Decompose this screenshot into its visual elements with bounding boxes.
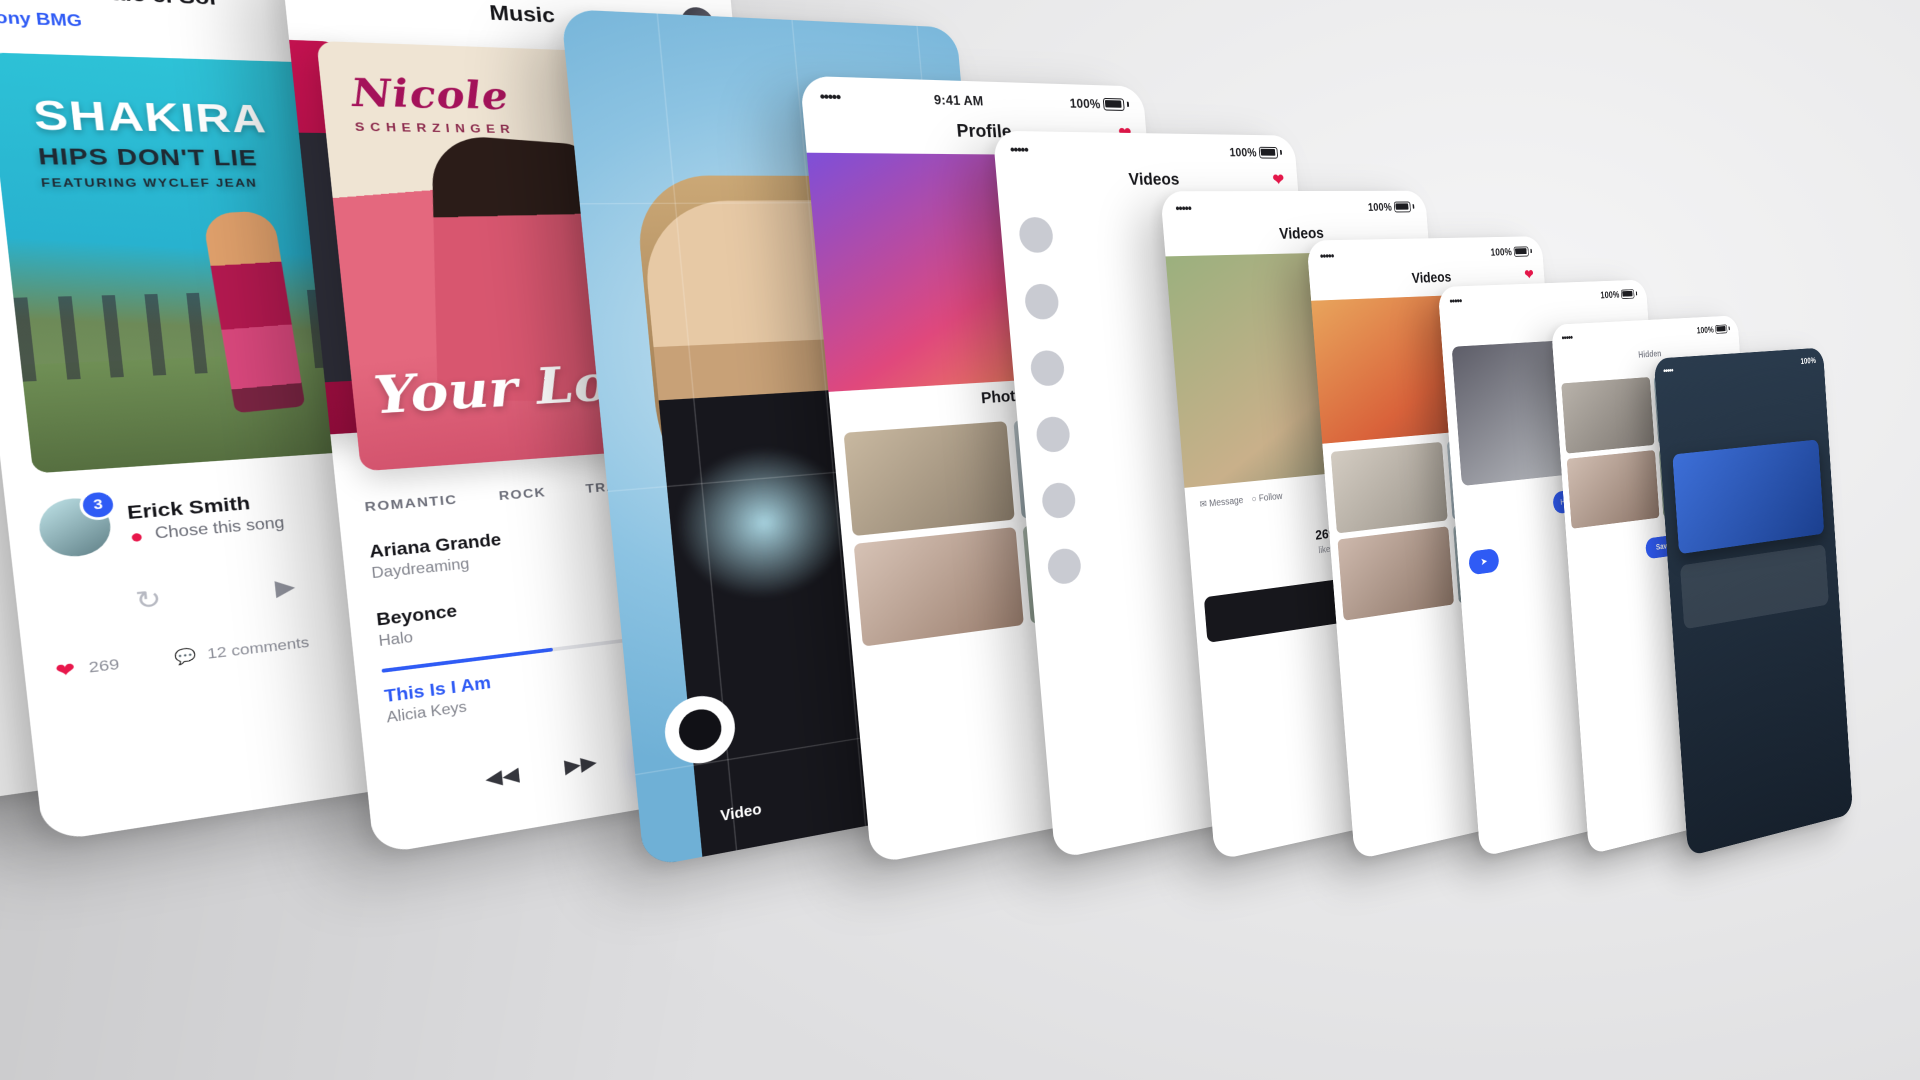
repeat-icon[interactable]: ↻ (134, 584, 163, 618)
status-bar: ••••• 100% (993, 131, 1296, 160)
page-title: Videos (1128, 169, 1180, 189)
avatar (1023, 283, 1060, 321)
album-artist-block: Nicole SCHERZINGER (349, 71, 516, 137)
send-icon[interactable]: ➤ (1468, 547, 1500, 576)
wallet-card[interactable] (1672, 439, 1825, 555)
battery-icon (1393, 201, 1411, 212)
avatar (1046, 546, 1083, 586)
battery-percent: 100% (1490, 245, 1513, 258)
page-title: Music (488, 0, 556, 28)
signal-dots-icon: ••••• (1009, 141, 1029, 158)
battery-icon (1715, 324, 1728, 334)
battery-indicator: 100% (1368, 200, 1415, 213)
photo-tile[interactable] (853, 527, 1024, 647)
battery-indicator: 100% (1228, 144, 1283, 159)
cover-song: HIPS DON'T LIE (36, 143, 259, 171)
message-button[interactable]: ✉ Message (1199, 495, 1243, 510)
signal-dots-icon: ••••• (1449, 294, 1462, 308)
avatar (1029, 349, 1066, 387)
signal-dots-icon: ••••• (819, 87, 841, 106)
chooser-badge: 3 (77, 488, 118, 522)
battery-percent: 100% (1696, 324, 1715, 336)
avatar (1035, 415, 1072, 454)
signal-dots-icon: ••••• (1174, 200, 1192, 216)
album-artist-last: SCHERZINGER (354, 120, 516, 137)
fast-forward-icon[interactable]: ▶▶ (563, 750, 598, 779)
battery-percent: 100% (1367, 200, 1393, 214)
battery-percent: 100% (1800, 355, 1817, 366)
battery-indicator: 100% (1490, 245, 1532, 258)
like-count: 269 (87, 656, 121, 676)
battery-indicator: 100% (1069, 95, 1130, 111)
battery-percent: 100% (1228, 144, 1258, 159)
wallet-card-secondary[interactable] (1679, 544, 1829, 630)
photo-tile[interactable] (1330, 441, 1448, 534)
signal-dots-icon: ••••• (1319, 249, 1335, 263)
battery-icon (1513, 246, 1529, 257)
heart-icon[interactable]: ❤ (1524, 266, 1534, 283)
battery-icon (1258, 146, 1279, 159)
battery-icon (1102, 97, 1125, 111)
phone-screen-wallet[interactable]: ••••• 100% (1653, 347, 1853, 857)
heart-icon[interactable]: ❤ (54, 658, 76, 684)
battery-percent: 100% (1600, 288, 1620, 301)
heart-icon[interactable]: ❤ (1272, 170, 1285, 189)
perspective-stage: ••••• JL ◓ 9:41 AM 100% Streams • LIVE V… (0, 0, 1920, 1080)
photo-tile[interactable] (1337, 526, 1454, 621)
tab-romantic[interactable]: ROMANTIC (364, 492, 458, 515)
cover-feature: FEATURING WYCLEF JEAN (40, 175, 258, 190)
follow-button[interactable]: ○ Follow (1251, 491, 1283, 504)
avatar (1017, 216, 1055, 254)
album-cover-text: SHAKIRA HIPS DON'T LIE FEATURING WYCLEF … (31, 92, 273, 190)
avatar: 3 (36, 488, 118, 560)
avatar (1040, 481, 1077, 520)
battery-icon (1620, 288, 1635, 299)
signal-dots-icon: ••••• (1662, 364, 1674, 377)
photo-tile[interactable] (1561, 377, 1655, 454)
page-title: Videos (1411, 268, 1452, 287)
comment-group[interactable]: 💬 12 comments (174, 634, 310, 667)
signal-dots-icon: ••••• (1561, 331, 1573, 344)
play-icon[interactable]: ▶ (274, 573, 297, 601)
comment-icon[interactable]: 💬 (174, 647, 198, 667)
cover-artist: SHAKIRA (31, 92, 269, 142)
album-artist: Nicole (349, 70, 511, 120)
comments-total: 12 comments (206, 634, 310, 663)
status-bar: ••••• 100% (1160, 191, 1426, 216)
photo-tile[interactable] (843, 421, 1015, 537)
rewind-icon[interactable]: ◀◀ (484, 762, 520, 792)
status-bar-time: 9:41 AM (933, 91, 984, 109)
battery-percent: 100% (1069, 95, 1101, 111)
photo-tile[interactable] (1566, 450, 1660, 529)
tab-rock[interactable]: ROCK (498, 485, 547, 504)
